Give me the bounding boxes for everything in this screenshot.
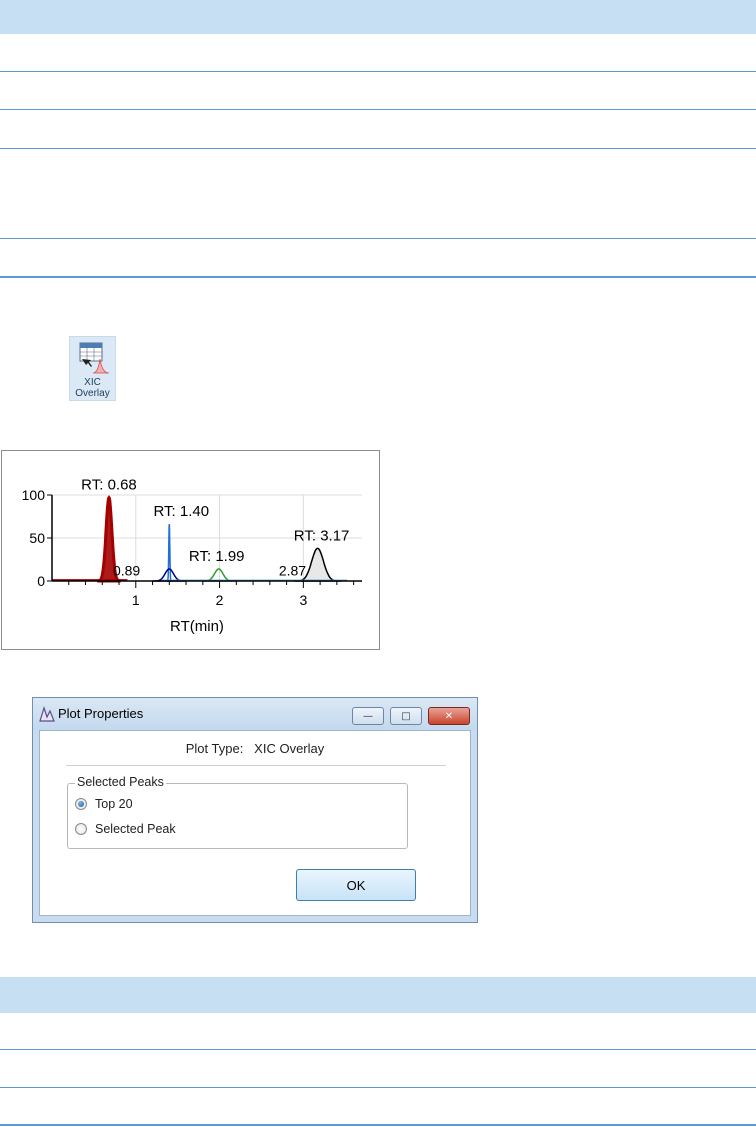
peak-trace xyxy=(152,568,187,582)
option-top-20[interactable]: Top 20 xyxy=(75,797,133,811)
plot-properties-icon xyxy=(39,706,55,722)
peak-label: RT: 1.40 xyxy=(154,503,210,520)
dialog-title-bar[interactable]: Plot Properties — □ ✕ xyxy=(33,698,477,730)
xic-overlay-button[interactable]: XIC Overlay xyxy=(69,336,116,401)
maximize-button[interactable]: □ xyxy=(390,707,422,725)
bottom-table-row xyxy=(0,1088,756,1126)
minor-peak-label: 0.89 xyxy=(113,563,140,579)
top-table-row xyxy=(0,72,756,110)
x-tick-label: 2 xyxy=(216,592,224,608)
y-tick-label: 100 xyxy=(22,487,46,503)
radio-top-20[interactable] xyxy=(75,798,87,810)
ok-button[interactable]: OK xyxy=(296,869,416,901)
minimize-button[interactable]: — xyxy=(352,707,384,725)
top-table-row xyxy=(0,110,756,149)
minimize-icon: — xyxy=(363,710,373,722)
xic-button-label-line1: XIC xyxy=(84,377,101,388)
peak-label: RT: 0.68 xyxy=(81,477,137,494)
peak-label: RT: 3.17 xyxy=(294,527,350,544)
xic-overlay-icon xyxy=(79,342,110,374)
close-button[interactable]: ✕ xyxy=(428,707,470,725)
dialog-title: Plot Properties xyxy=(58,706,144,721)
option-selected-peak[interactable]: Selected Peak xyxy=(75,822,176,836)
radio-selected-dot xyxy=(78,801,84,807)
y-tick-label: 50 xyxy=(29,530,45,546)
selected-peaks-group: Selected Peaks Top 20 Selected Peak xyxy=(67,775,408,849)
chart-svg: 0 50 100 1 2 3 RT(min) RT: 0.68 RT: 1.40 RT: 1.9… xyxy=(22,477,362,635)
option-top-20-label: Top 20 xyxy=(95,797,133,811)
dialog-separator xyxy=(66,765,446,766)
peak-trace xyxy=(202,568,236,582)
dialog-body: Plot Type: XIC Overlay Selected Peaks To… xyxy=(39,730,471,916)
close-icon: ✕ xyxy=(444,710,454,722)
top-table-row xyxy=(0,149,756,239)
plot-type-line: Plot Type: XIC Overlay xyxy=(40,741,470,756)
peak-trace xyxy=(166,523,172,582)
top-table-row xyxy=(0,34,756,72)
plot-type-label: Plot Type: xyxy=(185,741,244,756)
y-tick-label: 0 xyxy=(37,573,45,589)
peak-label: RT: 1.99 xyxy=(189,548,245,565)
x-tick-label: 1 xyxy=(132,592,140,608)
maximize-icon: □ xyxy=(401,710,411,722)
minor-peak-label: 2.87 xyxy=(279,563,306,579)
x-tick-label: 3 xyxy=(299,592,307,608)
bottom-table-header xyxy=(0,977,756,1013)
xic-button-label-line2: Overlay xyxy=(75,388,110,399)
bottom-table-row xyxy=(0,1050,756,1088)
plot-properties-dialog: Plot Properties — □ ✕ Plot Type: XIC Ove… xyxy=(32,697,478,923)
xic-overlay-chart: 0 50 100 1 2 3 RT(min) RT: 0.68 RT: 1.40 RT: 1.9… xyxy=(1,450,380,650)
plot-type-value: XIC Overlay xyxy=(254,741,325,756)
x-axis-label: RT(min) xyxy=(170,618,224,635)
selected-peaks-legend: Selected Peaks xyxy=(75,775,166,789)
top-table-row xyxy=(0,239,756,278)
option-selected-peak-label: Selected Peak xyxy=(95,822,176,836)
bottom-table-row xyxy=(0,1013,756,1050)
radio-selected-peak[interactable] xyxy=(75,823,87,835)
top-table-header xyxy=(0,0,756,34)
